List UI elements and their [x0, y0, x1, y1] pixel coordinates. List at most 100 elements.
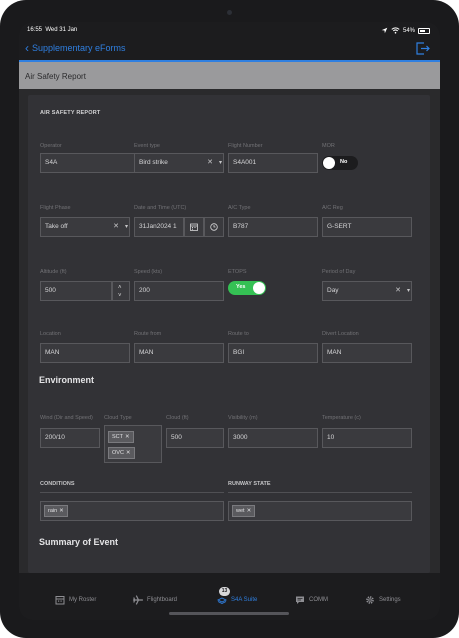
visibility-field[interactable]: 3000 [228, 428, 318, 448]
wifi-icon [391, 27, 400, 34]
tab-bar: My Roster Flightboard S4A Suite 13 COMM … [19, 573, 440, 620]
wind-value: 200/10 [45, 434, 65, 441]
event-type-value: Bird strike [139, 159, 168, 166]
gear-icon [366, 596, 374, 604]
period-of-day-label: Period of Day [322, 269, 356, 275]
tab-comm[interactable]: COMM [295, 592, 328, 608]
battery-icon [418, 27, 430, 34]
divert-location-label: Divert Location [322, 331, 359, 337]
location-field[interactable]: MAN [40, 343, 130, 363]
speed-field[interactable]: 200 [134, 281, 224, 301]
route-from-field[interactable]: MAN [134, 343, 224, 363]
flight-number-field[interactable]: S4A001 [228, 153, 318, 173]
visibility-label: Visibility (m) [228, 415, 258, 421]
airplane-icon [133, 595, 143, 605]
remove-chip-icon[interactable]: ✕ [59, 508, 64, 514]
back-button[interactable]: ‹ Supplementary eForms [25, 42, 126, 54]
tab-my-roster[interactable]: My Roster [55, 592, 96, 608]
form-panel: AIR SAFETY REPORT Operator S4A Event typ… [28, 95, 430, 573]
divider [40, 492, 224, 493]
event-type-select[interactable]: Bird strike ✕ ▾ [134, 153, 224, 173]
calendar-button[interactable] [184, 217, 204, 237]
clock-icon [210, 223, 218, 231]
navigation-bar: ‹ Supplementary eForms [19, 40, 440, 60]
etops-toggle[interactable]: Yes [228, 281, 266, 295]
chevron-up-icon[interactable]: ˄ [118, 285, 122, 291]
route-to-field[interactable]: BGI [228, 343, 318, 363]
chevron-down-icon[interactable]: ˅ [118, 293, 122, 299]
divert-location-field[interactable]: MAN [322, 343, 412, 363]
toggle-knob [253, 282, 265, 294]
flight-number-value: S4A001 [233, 159, 257, 166]
cloud-ft-field[interactable]: 500 [166, 428, 224, 448]
chip-wet: wet ✕ [232, 505, 256, 517]
tab-settings[interactable]: Settings [365, 592, 401, 608]
cloud-ft-label: Cloud (ft) [166, 415, 189, 421]
flight-phase-select[interactable]: Take off ✕ ▾ [40, 217, 130, 237]
ac-reg-field[interactable]: G-SERT [322, 217, 412, 237]
etops-toggle-text: Yes [236, 284, 246, 290]
temperature-value: 10 [327, 434, 335, 441]
remove-chip-icon[interactable]: ✕ [247, 508, 252, 514]
clear-icon[interactable]: ✕ [113, 218, 119, 236]
chip-rain: rain ✕ [44, 505, 68, 517]
remove-chip-icon[interactable]: ✕ [126, 450, 131, 456]
flight-phase-label: Flight Phase [40, 205, 71, 211]
status-bar: 16:55 Wed 31 Jan 54% [19, 22, 440, 40]
mor-toggle-text: No [340, 159, 348, 165]
tablet-frame: 16:55 Wed 31 Jan 54% ‹ Supplementary eFo… [0, 0, 459, 638]
runway-state-select[interactable]: wet ✕ [228, 501, 412, 521]
route-from-value: MAN [139, 349, 154, 356]
altitude-field[interactable]: 500 [40, 281, 112, 301]
route-to-value: BGI [233, 349, 245, 356]
chip-sct: SCT ✕ [108, 431, 134, 443]
clear-icon[interactable]: ✕ [207, 154, 213, 172]
ac-type-value: B787 [233, 223, 249, 230]
tab-label: COMM [309, 597, 328, 603]
ac-reg-label: A/C Reg [322, 205, 343, 211]
flight-number-label: Flight Number [228, 143, 263, 149]
speed-value: 200 [139, 287, 150, 294]
mor-toggle[interactable]: No [322, 156, 358, 170]
chevron-down-icon: ▾ [406, 288, 410, 294]
divert-location-value: MAN [327, 349, 342, 356]
operator-value: S4A [45, 159, 58, 166]
cloud-ft-value: 500 [171, 434, 182, 441]
ac-type-field[interactable]: B787 [228, 217, 318, 237]
clear-icon[interactable]: ✕ [395, 282, 401, 300]
route-from-label: Route from [134, 331, 162, 337]
location-value: MAN [45, 349, 60, 356]
environment-heading: Environment [39, 375, 95, 385]
notification-badge: 13 [219, 587, 230, 596]
location-label: Location [40, 331, 61, 337]
calendar-icon [55, 596, 65, 605]
cloud-type-label: Cloud Type [104, 415, 132, 421]
tab-label: Settings [379, 597, 401, 603]
chat-icon [296, 596, 304, 604]
altitude-stepper[interactable]: ˄ ˅ [112, 281, 130, 301]
chevron-down-icon: ▾ [124, 224, 128, 230]
period-of-day-select[interactable]: Day ✕ ▾ [322, 281, 412, 301]
location-icon [381, 27, 388, 34]
flight-phase-value: Take off [45, 223, 68, 230]
status-time-date: 16:55 Wed 31 Jan [27, 27, 78, 33]
conditions-select[interactable]: rain ✕ [40, 501, 224, 521]
tab-flightboard[interactable]: Flightboard [133, 592, 177, 608]
chip-ovc: OVC ✕ [108, 447, 135, 459]
temperature-label: Temperature (c) [322, 415, 361, 421]
time-button[interactable] [204, 217, 224, 237]
cloud-type-select[interactable]: SCT ✕ OVC ✕ [104, 425, 162, 463]
home-indicator [169, 612, 289, 615]
calendar-icon [190, 223, 198, 231]
front-camera [227, 10, 232, 15]
remove-chip-icon[interactable]: ✕ [125, 434, 130, 440]
wind-field[interactable]: 200/10 [40, 428, 100, 448]
tab-label: My Roster [69, 597, 97, 603]
date-time-value: 31Jan2024 1 [139, 223, 177, 230]
back-label: Supplementary eForms [32, 43, 126, 53]
exit-icon[interactable] [416, 42, 430, 55]
temperature-field[interactable]: 10 [322, 428, 412, 448]
toggle-knob [323, 157, 335, 169]
chevron-down-icon: ▾ [218, 160, 222, 166]
date-time-field[interactable]: 31Jan2024 1 [134, 217, 184, 237]
